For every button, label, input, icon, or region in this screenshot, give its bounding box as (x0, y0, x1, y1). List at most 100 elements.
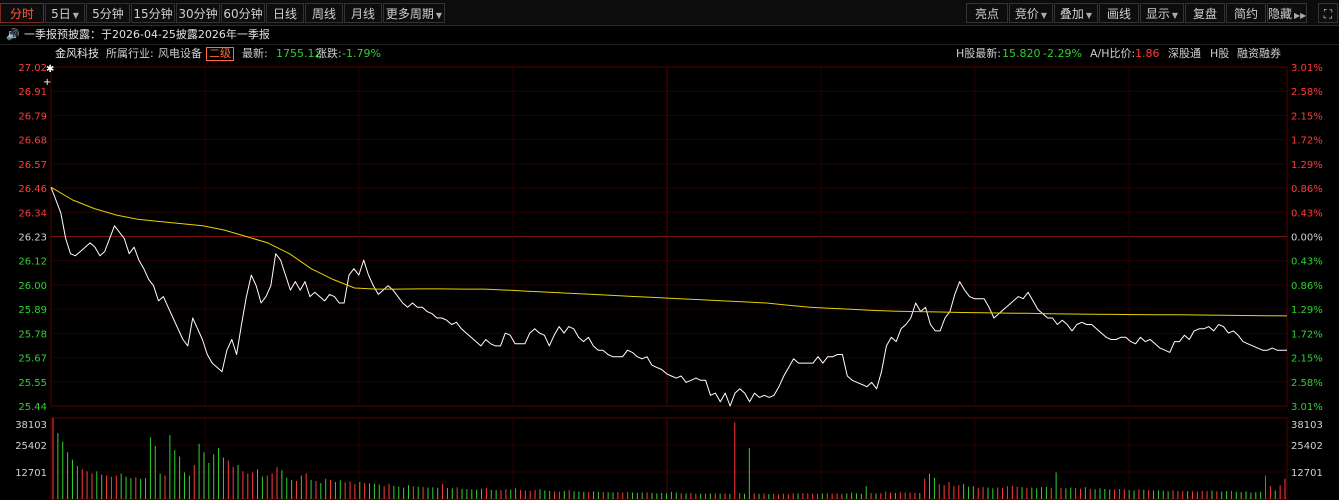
chevron-down-icon: ▼ (1040, 11, 1048, 20)
volume-tick-label-right: 25402 (1291, 441, 1323, 452)
percent-tick-label: 2.58% (1291, 87, 1323, 98)
asterisk-mark-icon: ✱ (46, 64, 54, 75)
period-tab-label: 日线 (272, 7, 297, 21)
ah-ratio-value: 1.86 (1135, 47, 1160, 60)
volume-tick-label-right: 38103 (1291, 420, 1323, 431)
tool-button-1[interactable]: 竞价 ▼ (1009, 3, 1053, 23)
price-tick-label: 25.78 (18, 329, 47, 340)
intraday-chart[interactable]: 27.02 3.01% 26.91 2.58% 26.79 2.15% 26.68 1.72%… (0, 62, 1339, 500)
percent-tick-label: 3.01% (1291, 402, 1323, 413)
percent-tick-label: 3.01% (1291, 63, 1323, 74)
tool-button-label: 竞价 (1014, 7, 1039, 21)
price-tick-label: 25.55 (18, 378, 47, 389)
period-toolbar: 分时 5日 ▼ 5分钟 15分钟 30分钟 60分钟 日线 周线 月线 更多周期 ▼ 亮点 竞价 ▼ 叠加 ▼ 画… (0, 0, 1339, 26)
collapse-icon: ▶▶ (1294, 11, 1307, 20)
percent-tick-label: 2.15% (1291, 354, 1323, 365)
stock-name[interactable]: 金风科技 (55, 45, 99, 63)
link-shenzhen-connect[interactable]: 深股通 (1168, 45, 1201, 63)
period-tab-label: 更多周期 (385, 7, 434, 21)
period-tab-8[interactable]: 月线 (344, 3, 382, 23)
average-price-line (50, 186, 1288, 317)
plus-mark-icon: + (43, 77, 51, 88)
price-tick-label: 26.23 (18, 233, 47, 244)
tool-button-label: 显示 (1145, 7, 1170, 21)
period-tab-6[interactable]: 日线 (266, 3, 304, 23)
period-tab-7[interactable]: 周线 (305, 3, 343, 23)
industry-level-badge[interactable]: 二级 (206, 47, 234, 61)
price-tick-label: 26.46 (18, 184, 47, 195)
tool-button-2[interactable]: 叠加 ▼ (1054, 3, 1098, 23)
price-tick-label: 26.12 (18, 257, 47, 268)
price-tick-label: 27.02 (18, 63, 47, 74)
percent-tick-label: 2.58% (1291, 378, 1323, 389)
period-tab-1[interactable]: 5日 ▼ (45, 3, 85, 23)
tool-button-3[interactable]: 画线 (1099, 3, 1139, 23)
percent-tick-label: 0.43% (1291, 257, 1323, 268)
period-tab-2[interactable]: 5分钟 (86, 3, 130, 23)
h-latest-label: H股最新: (956, 47, 1001, 60)
period-tab-0[interactable]: 分时 (0, 3, 44, 23)
tool-button-label: 画线 (1106, 7, 1131, 21)
percent-tick-label: 1.29% (1291, 305, 1323, 316)
period-tab-label: 15分钟 (133, 7, 173, 21)
tool-button-label: 亮点 (974, 7, 999, 21)
tool-button-5[interactable]: 复盘 (1185, 3, 1225, 23)
price-tick-label: 26.79 (18, 111, 47, 122)
fullscreen-icon[interactable]: ⛶ (1318, 3, 1338, 23)
period-tab-label: 5分钟 (92, 7, 124, 21)
industry-name[interactable]: 风电设备 (158, 45, 202, 63)
chevron-down-icon: ▼ (1085, 11, 1093, 20)
period-tab-label: 分时 (9, 7, 34, 21)
tool-button-7[interactable]: 隐藏 ▶▶ (1267, 3, 1307, 23)
ah-ratio-label: A/H比价: (1090, 47, 1136, 60)
chevron-down-icon: ▼ (435, 11, 443, 20)
price-tick-label: 26.00 (18, 281, 47, 292)
percent-tick-label: 0.43% (1291, 208, 1323, 219)
chevron-down-icon: ▼ (1171, 11, 1179, 20)
percent-tick-label: 1.72% (1291, 329, 1323, 340)
chevron-down-icon: ▼ (72, 11, 79, 20)
tool-button-label: 隐藏 (1268, 7, 1293, 21)
tool-button-label: 简约 (1233, 7, 1258, 21)
index-latest-value: 1755.12 (276, 47, 322, 60)
tool-button-0[interactable]: 亮点 (966, 3, 1008, 23)
tool-button-4[interactable]: 显示 ▼ (1140, 3, 1184, 23)
price-tick-label: 26.68 (18, 136, 47, 147)
period-tab-5[interactable]: 60分钟 (221, 3, 265, 23)
price-tick-label: 25.89 (18, 305, 47, 316)
volume-tick-label-right: 12701 (1291, 468, 1323, 479)
announcement-bar[interactable]: 🔊 一季报预披露：于2026-04-25披露2026年一季报 (0, 26, 1339, 45)
price-tick-label: 26.57 (18, 160, 47, 171)
period-tab-3[interactable]: 15分钟 (131, 3, 175, 23)
volume-tick-label: 25402 (15, 441, 47, 452)
price-line (50, 187, 1287, 407)
index-change-label: 涨跌: (316, 47, 342, 60)
percent-tick-label: 0.86% (1291, 281, 1323, 292)
percent-tick-label: 1.72% (1291, 136, 1323, 147)
period-tab-label: 周线 (311, 7, 336, 21)
percent-tick-label: 1.29% (1291, 160, 1323, 171)
price-tick-label: 25.44 (18, 402, 47, 413)
price-tick-label: 26.34 (18, 208, 47, 219)
period-tab-label: 月线 (350, 7, 375, 21)
tool-button-label: 复盘 (1192, 7, 1217, 21)
h-change-value: -2.29% (1043, 47, 1082, 60)
stock-info-bar: 金风科技 所属行业: 风电设备 二级 最新: 1755.12 涨跌: -1.79… (0, 45, 1339, 63)
link-margin-trading[interactable]: 融资融券 (1237, 45, 1281, 63)
volume-panel-frame (50, 417, 1288, 500)
percent-tick-label: 2.15% (1291, 111, 1323, 122)
period-tab-label: 5日 (51, 7, 71, 21)
period-tab-4[interactable]: 30分钟 (176, 3, 220, 23)
link-h-share[interactable]: H股 (1210, 45, 1229, 63)
announcement-text[interactable]: 一季报预披露：于2026-04-25披露2026年一季报 (24, 26, 270, 44)
tool-button-6[interactable]: 简约 (1226, 3, 1266, 23)
tool-button-label: 叠加 (1059, 7, 1084, 21)
index-change-value: -1.79% (342, 47, 381, 60)
volume-tick-label: 38103 (15, 420, 47, 431)
index-latest-label: 最新: (242, 47, 268, 60)
speaker-icon: 🔊 (6, 28, 20, 41)
price-tick-label: 26.91 (18, 87, 47, 98)
period-tab-label: 30分钟 (178, 7, 218, 21)
period-tab-9[interactable]: 更多周期 ▼ (383, 3, 445, 23)
price-tick-label: 25.67 (18, 354, 47, 365)
